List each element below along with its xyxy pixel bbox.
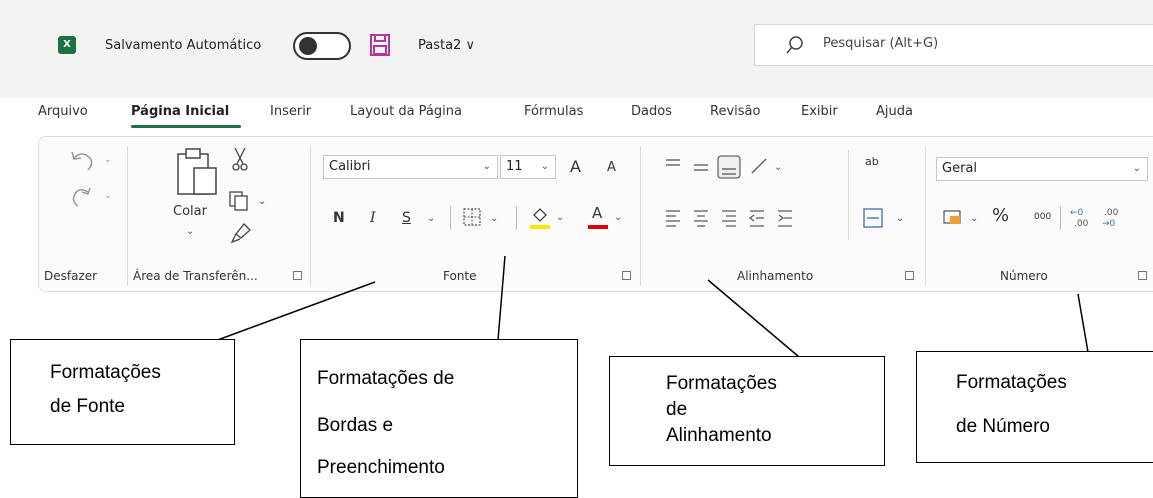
annotation-number-line2: de Número (956, 416, 1050, 437)
annotation-box-number (916, 351, 1153, 463)
pointer-line-alignment (707, 279, 806, 363)
annotation-alignment-line3: Alinhamento (666, 425, 772, 446)
annotation-box-font (10, 339, 235, 445)
annotation-borders-line2: Bordas e (317, 415, 394, 436)
annotation-borders-line3: Preenchimento (317, 457, 445, 478)
annotation-alignment-line2: de (666, 399, 688, 420)
annotation-number-line1: Formatações (956, 372, 1067, 393)
pointer-line-number (1077, 293, 1089, 353)
annotation-font-line1: Formatações (50, 362, 161, 383)
annotation-alignment-line1: Formatações (666, 373, 777, 394)
annotation-font-line2: de Fonte (50, 396, 125, 417)
annotation-borders-line1: Formatações de (317, 368, 455, 389)
pointer-line-borders (496, 255, 506, 353)
